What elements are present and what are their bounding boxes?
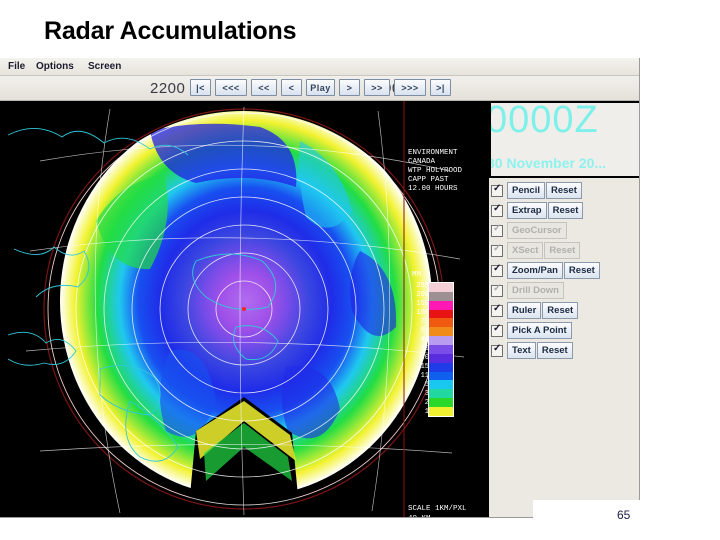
radar-distance-scale: SCALE 1KM/PXL bbox=[408, 505, 467, 513]
button-xsect: XSect bbox=[507, 242, 544, 259]
clock-display: 0000Z 30 November 20... bbox=[489, 101, 639, 178]
tool-row-pencil: PencilReset bbox=[491, 181, 632, 200]
button-ruler-reset[interactable]: Reset bbox=[542, 302, 579, 319]
checkbox-text[interactable] bbox=[491, 343, 503, 357]
scale-value-labels: 250 200 150 100 75 51 40 30 20 15 11 5 3 2 1 bbox=[409, 282, 429, 417]
scale-swatch-5 bbox=[429, 327, 453, 337]
scale-tick-label: 30 bbox=[420, 345, 429, 353]
color-scale-legend bbox=[428, 282, 454, 417]
scale-tick-label: 250 bbox=[416, 282, 429, 290]
checkbox-pencil[interactable] bbox=[491, 183, 503, 197]
tool-row-xsect: XSectReset bbox=[491, 241, 632, 260]
button-drilldown: Drill Down bbox=[507, 282, 564, 299]
scale-tick-label: 11 bbox=[420, 372, 429, 380]
clock-date: 30 November 20... bbox=[489, 155, 607, 171]
playback-last-button[interactable]: >| bbox=[430, 79, 451, 96]
checkbox-zoompan[interactable] bbox=[491, 263, 503, 277]
playback-step-back-button[interactable]: < bbox=[281, 79, 302, 96]
radar-station-info: ENVIRONMENT CANADA WTP HOLYROOD CAPP PAS… bbox=[408, 149, 463, 193]
page-title: Radar Accumulations bbox=[44, 17, 297, 45]
button-pencil-reset[interactable]: Reset bbox=[546, 182, 582, 199]
page-number: 65 bbox=[617, 508, 631, 522]
playback-rewind-fast-button[interactable]: <<< bbox=[215, 79, 247, 96]
checkbox-extrap[interactable] bbox=[491, 203, 503, 217]
playback-forward-fast-button[interactable]: >>> bbox=[394, 79, 426, 96]
tool-row-drilldown: Drill Down bbox=[491, 281, 632, 300]
button-extrap[interactable]: Extrap bbox=[507, 202, 547, 219]
scale-tick-label: 200 bbox=[416, 291, 429, 299]
tool-panel: 0000Z 30 November 20... PencilResetExtra… bbox=[489, 101, 639, 517]
scale-tick-label: 100 bbox=[416, 309, 429, 317]
playback-toolbar: 2200 0000 |<<<<<<<Play>>>>>>>| bbox=[0, 76, 639, 101]
radar-application-window: FileOptionsScreen 2200 0000 |<<<<<<<Play… bbox=[0, 58, 640, 518]
scale-tick-label: 3 bbox=[424, 390, 429, 398]
scale-swatch-9 bbox=[429, 362, 453, 372]
playback-step-forward-button[interactable]: > bbox=[339, 79, 360, 96]
tool-row-extrap: ExtrapReset bbox=[491, 201, 632, 220]
checkbox-geocursor[interactable] bbox=[491, 223, 503, 237]
scale-tick-label: 20 bbox=[420, 354, 429, 362]
menu-item-file[interactable]: File bbox=[5, 60, 28, 73]
button-text[interactable]: Text bbox=[507, 342, 536, 359]
tool-row-pickapoint: Pick A Point bbox=[491, 321, 632, 340]
playback-forward-button[interactable]: >> bbox=[364, 79, 390, 96]
scale-swatch-10 bbox=[429, 371, 453, 381]
button-zoompan[interactable]: Zoom/Pan bbox=[507, 262, 563, 279]
button-pickapoint[interactable]: Pick A Point bbox=[507, 322, 572, 339]
scale-tick-label: 75 bbox=[420, 318, 429, 326]
button-geocursor: GeoCursor bbox=[507, 222, 567, 239]
scale-swatch-2 bbox=[429, 300, 453, 310]
scale-swatch-3 bbox=[429, 309, 453, 319]
scale-swatch-6 bbox=[429, 336, 453, 346]
checkbox-pickapoint[interactable] bbox=[491, 323, 503, 337]
scale-swatch-11 bbox=[429, 380, 453, 390]
button-text-reset[interactable]: Reset bbox=[536, 342, 573, 359]
tool-row-ruler: RulerReset bbox=[491, 301, 632, 320]
playback-start-time: 2200 bbox=[150, 80, 186, 97]
checkbox-ruler[interactable] bbox=[491, 303, 503, 317]
scale-swatch-8 bbox=[429, 353, 453, 363]
scale-swatch-14 bbox=[429, 407, 453, 416]
tool-row-geocursor: GeoCursor bbox=[491, 221, 632, 240]
scale-tick-label: 150 bbox=[416, 300, 429, 308]
scale-tick-label: 5 bbox=[424, 381, 429, 389]
playback-play-button[interactable]: Play bbox=[306, 79, 335, 96]
playback-first-button[interactable]: |< bbox=[190, 79, 211, 96]
menu-item-screen[interactable]: Screen bbox=[85, 60, 124, 73]
clock-time: 0000Z bbox=[489, 101, 599, 141]
tool-option-list: PencilResetExtrapResetGeoCursorXSectRese… bbox=[491, 181, 632, 361]
radar-display[interactable]: ENVIRONMENT CANADA WTP HOLYROOD CAPP PAS… bbox=[0, 101, 489, 517]
menu-bar: File Options Screen bbox=[0, 58, 639, 76]
button-zoompan-reset[interactable]: Reset bbox=[563, 262, 600, 279]
button-ruler[interactable]: Ruler bbox=[507, 302, 542, 319]
scale-tick-label: 40 bbox=[420, 336, 429, 344]
scale-tick-label: 15 bbox=[420, 363, 429, 371]
scale-swatch-13 bbox=[429, 398, 453, 408]
button-extrap-reset[interactable]: Reset bbox=[547, 202, 584, 219]
scale-tick-label: 2 bbox=[424, 399, 429, 407]
scale-tick-label: 51 bbox=[420, 327, 429, 335]
scale-swatch-7 bbox=[429, 345, 453, 354]
button-xsect-reset: Reset bbox=[544, 242, 581, 259]
radar-distance-value: 40 KM bbox=[408, 515, 431, 517]
scale-units-label: MM bbox=[412, 271, 422, 279]
checkbox-drilldown[interactable] bbox=[491, 283, 503, 297]
scale-swatch-12 bbox=[429, 389, 453, 399]
button-pencil[interactable]: Pencil bbox=[507, 182, 545, 199]
scale-swatch-1 bbox=[429, 291, 453, 301]
menu-item-options[interactable]: Options bbox=[33, 60, 77, 73]
playback-rewind-button[interactable]: << bbox=[251, 79, 277, 96]
checkbox-xsect[interactable] bbox=[491, 243, 503, 257]
scale-swatch-0 bbox=[429, 283, 453, 292]
scale-swatch-4 bbox=[429, 318, 453, 328]
tool-row-text: TextReset bbox=[491, 341, 632, 360]
scale-tick-label: 1 bbox=[424, 408, 429, 416]
tool-row-zoompan: Zoom/PanReset bbox=[491, 261, 632, 280]
